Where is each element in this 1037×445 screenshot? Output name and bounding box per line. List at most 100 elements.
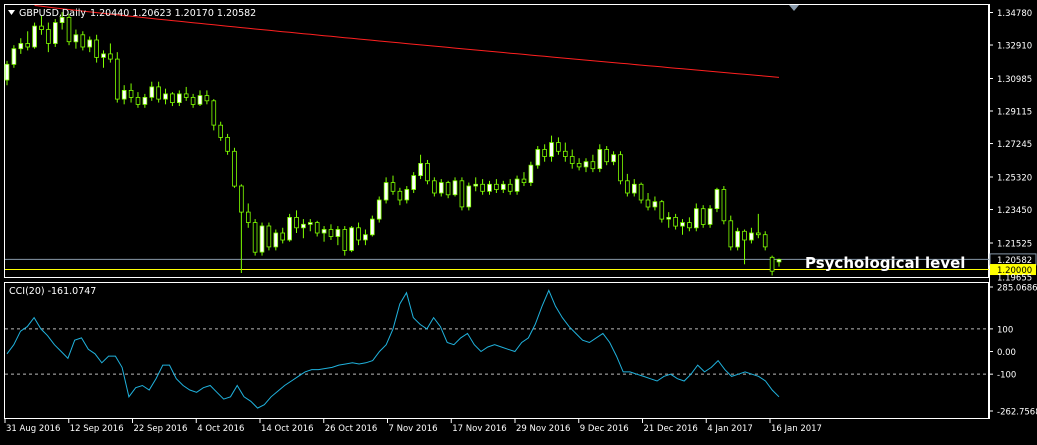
candle-body-bear: [769, 256, 775, 272]
candle-body-bull: [18, 43, 24, 50]
candle-body-bear: [590, 161, 596, 170]
cci-label: CCI(20) -161.0747: [9, 286, 96, 297]
candle-body-bull: [514, 178, 520, 192]
candle-body-bull: [632, 183, 637, 194]
candle-body-bull: [452, 180, 458, 196]
candle-body-bull: [500, 183, 506, 190]
candle-body-bear: [80, 34, 86, 48]
candle-body-bull: [714, 189, 720, 210]
candle: [714, 187, 720, 213]
time-tick-label: 9 Dec 2016: [580, 424, 629, 434]
cci-tick-label: -262.7568: [997, 408, 1037, 418]
candle-body-bear: [170, 93, 175, 104]
candle-body-bear: [390, 182, 396, 192]
candle: [638, 182, 644, 204]
candle-body-bear: [314, 222, 320, 234]
candle-body-bull: [149, 86, 155, 98]
candle: [273, 229, 279, 251]
candle-body-bear: [459, 180, 465, 208]
candle-body-bear: [94, 39, 99, 58]
candle-body-bear: [700, 208, 706, 225]
candle: [287, 213, 292, 242]
candle-body-bull: [363, 234, 368, 241]
candle-body-bear: [115, 58, 120, 100]
candle-body-bull: [321, 229, 327, 234]
candle-body-bear: [576, 162, 582, 168]
candle-body-bear: [128, 90, 134, 98]
candle-body-bear: [266, 225, 272, 248]
candle-body-bear: [494, 183, 499, 190]
cci-tick-label: 0.00: [997, 348, 1016, 358]
candle-body-bull: [142, 97, 148, 105]
candle-body-bull: [438, 182, 444, 194]
candle-body-bear: [638, 183, 644, 201]
candle-body-bull: [369, 218, 375, 236]
candle-body-bull: [549, 142, 554, 157]
candle-body-bull: [404, 189, 410, 201]
chart-window[interactable]: 1.34780 1.32910 1.30985 1.29115 1.27245 1.253…: [0, 0, 1037, 441]
candle-body-bear: [280, 232, 285, 241]
candle-body-bull: [473, 183, 478, 187]
cci-tick-label: 285.0686: [997, 284, 1037, 294]
candle-body-bear: [432, 180, 437, 194]
candle-body-bull: [4, 63, 10, 81]
time-tick-label: 4 Oct 2016: [197, 424, 244, 434]
price-tick-label: 1.29115: [997, 108, 1032, 118]
candle-body-bull: [487, 183, 492, 192]
candle-body-bull: [383, 182, 389, 201]
candle: [115, 52, 120, 103]
candle-body-bear: [135, 97, 141, 105]
candle-body-bear: [618, 154, 623, 182]
candle-body-bull: [411, 175, 416, 190]
candle-body-bear: [156, 86, 161, 100]
candle: [232, 147, 237, 188]
chart-canvas[interactable]: 1.34780 1.32910 1.30985 1.29115 1.27245 1.253…: [0, 0, 1037, 441]
candle: [728, 215, 734, 251]
candle-body-bear: [645, 199, 651, 208]
candle: [735, 227, 740, 251]
candle-body-bear: [211, 100, 217, 126]
candle-body-bull: [73, 34, 79, 43]
candle-body-bear: [25, 43, 30, 48]
candle-body-bear: [108, 53, 113, 60]
candle-body-bull: [53, 22, 58, 44]
candle-body-bear: [521, 178, 527, 184]
candle-body-bear: [190, 97, 196, 105]
time-tick-label: 22 Sep 2016: [134, 424, 188, 434]
candle: [659, 199, 665, 223]
candle-body-bear: [46, 29, 51, 44]
candle-body-bull: [307, 222, 313, 225]
candle: [369, 215, 375, 237]
candle-body-bear: [425, 162, 430, 182]
candle: [53, 19, 58, 47]
candle-body-bull: [163, 93, 168, 100]
candle-body-bull: [121, 90, 127, 100]
candle-body-bull: [87, 39, 93, 48]
candle-body-bear: [728, 220, 734, 248]
ohlc-values: 1.20440 1.20623 1.20170 1.20582: [90, 8, 256, 19]
candle-body-bull: [101, 53, 106, 58]
candle-body-bear: [39, 25, 44, 31]
candle-body-bull: [335, 229, 341, 237]
candle-body-bear: [659, 201, 665, 220]
candle-body-bear: [625, 180, 630, 194]
candle-body-bull: [707, 208, 713, 225]
candle: [535, 146, 541, 169]
candle: [707, 205, 713, 228]
price-tick-label: 1.34780: [997, 9, 1032, 19]
candle-body-bear: [721, 189, 727, 222]
price-axis: 1.34780 1.32910 1.30985 1.29115 1.27245 1.253…: [989, 9, 1037, 284]
psychological-level-annotation[interactable]: Psychological level: [805, 254, 965, 272]
time-tick-label: 4 Jan 2017: [707, 424, 753, 434]
candle-body-bear: [252, 222, 258, 253]
candle-body-bear: [604, 149, 609, 163]
candle: [252, 219, 258, 256]
candle-body-bear: [328, 229, 334, 237]
symbol-label: GBPUSD,Daily: [19, 8, 86, 19]
candle-body-bull: [583, 161, 589, 168]
price-tick-label: 1.23450: [997, 206, 1032, 216]
candle-body-bull: [287, 216, 292, 241]
candle-body-bear: [342, 229, 348, 251]
candle-body-bear: [542, 149, 547, 157]
candle: [349, 226, 354, 253]
